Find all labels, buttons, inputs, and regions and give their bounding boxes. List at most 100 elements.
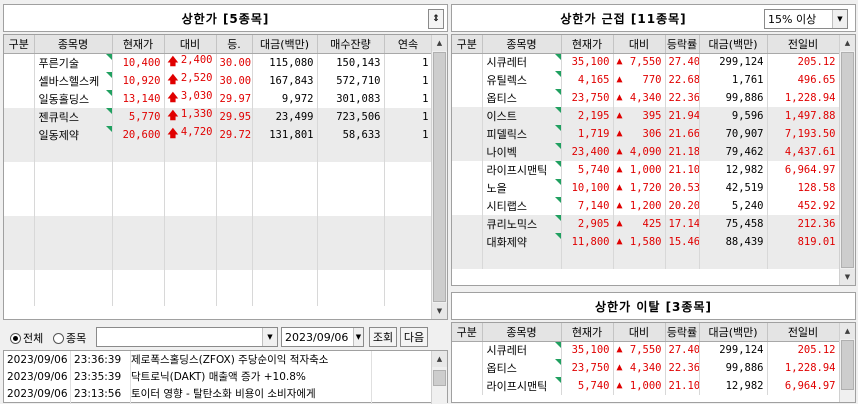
column-header[interactable]: 대금(백만) (252, 35, 318, 54)
table-row[interactable]: 대화제약 11,800 ▲ 1,580 15.46 88,439 819.01 (452, 233, 840, 251)
stock-name[interactable]: 젠큐릭스 (34, 107, 113, 126)
stock-name[interactable] (34, 269, 113, 288)
table-row[interactable]: 젠큐릭스 5,770 🡅 1,330 29.95 23,499 723,506 1 (4, 107, 433, 126)
stock-name[interactable] (34, 143, 113, 162)
stock-name[interactable]: 일동제약 (34, 125, 113, 144)
column-header[interactable]: 구분 (452, 35, 483, 54)
left-sort-button[interactable]: ⇕ (428, 9, 444, 29)
column-header[interactable]: 구분 (4, 35, 35, 54)
column-header[interactable]: 종목명 (34, 35, 113, 54)
stock-name[interactable]: 시티랩스 (482, 197, 562, 215)
table-row[interactable]: 유틸렉스 4,165 ▲ 770 22.68 1,761 496.65 (452, 71, 840, 89)
column-header[interactable]: 대비 (613, 323, 666, 342)
scroll-up-icon[interactable]: ▲ (840, 323, 855, 339)
stock-name[interactable] (34, 215, 113, 234)
stock-name[interactable]: 옵티스 (482, 359, 562, 377)
table-row[interactable]: 옵티스 23,750 ▲ 4,340 22.36 99,886 1,228.94 (452, 359, 840, 377)
stock-name[interactable]: 피델릭스 (482, 125, 562, 143)
stock-name[interactable]: 푸른기술 (34, 53, 113, 72)
stock-name[interactable]: 일동홀딩스 (34, 89, 113, 108)
date-picker[interactable]: 2023/09/06 ▼ (281, 327, 364, 347)
column-header[interactable]: 종목명 (482, 35, 562, 54)
table-row[interactable]: 시티랩스 7,140 ▲ 1,200 20.20 5,240 452.92 (452, 197, 840, 215)
column-header[interactable]: 전일비 (767, 323, 840, 342)
scroll-up-icon[interactable]: ▲ (840, 35, 855, 51)
table-row[interactable] (4, 233, 433, 252)
scroll-up-icon[interactable]: ▲ (432, 351, 447, 367)
table-row[interactable]: 나이벡 23,400 ▲ 4,090 21.18 79,462 4,437.61 (452, 143, 840, 161)
table-row[interactable] (4, 143, 433, 162)
column-header[interactable]: 대비 (164, 35, 217, 54)
next-button[interactable]: 다음 (400, 327, 428, 347)
table-row[interactable]: 라이프시맨틱 5,740 ▲ 1,000 21.10 12,982 6,964.97 (452, 377, 840, 395)
stock-name[interactable]: 시큐레터 (482, 53, 562, 71)
column-header[interactable]: 전일비 (767, 35, 840, 54)
news-item[interactable]: 2023/09/06 23:13:56 토이터 영향 - 탈탄소화 비용이 소비자에… (4, 385, 431, 402)
table-row[interactable]: 이스트 2,195 ▲ 395 21.94 9,596 1,497.88 (452, 107, 840, 125)
scroll-thumb[interactable] (841, 52, 854, 268)
news-item[interactable]: 2023/09/06 23:35:39 닥트로닉(DAKT) 매출액 증가 +10.… (4, 368, 431, 385)
stock-select[interactable]: ▼ (96, 327, 278, 347)
scroll-down-icon[interactable]: ▼ (840, 269, 855, 285)
drop-scrollbar[interactable]: ▲ (839, 323, 855, 402)
radio-stock[interactable]: 종목 (53, 330, 86, 346)
search-button[interactable]: 조회 (369, 327, 397, 347)
stock-name[interactable]: 노을 (482, 179, 562, 197)
stock-name[interactable] (34, 233, 113, 252)
stock-name[interactable]: 대화제약 (482, 233, 562, 251)
column-header[interactable]: 등락률 (665, 35, 700, 54)
stock-name[interactable]: 유틸렉스 (482, 71, 562, 89)
scroll-thumb[interactable] (841, 340, 854, 390)
table-row[interactable]: 시큐레터 35,100 ▲ 7,550 27.40 299,124 205.12 (452, 341, 840, 359)
scroll-down-icon[interactable]: ▼ (432, 303, 447, 319)
table-row[interactable]: 라이프시맨틱 5,740 ▲ 1,000 21.10 12,982 6,964.97 (452, 161, 840, 179)
table-row[interactable] (452, 251, 840, 269)
stock-name[interactable]: 라이프시맨틱 (482, 377, 562, 395)
table-row[interactable]: 큐리노믹스 2,905 ▲ 425 17.14 75,458 212.36 (452, 215, 840, 233)
column-header[interactable]: 연속 (384, 35, 433, 54)
news-scrollbar[interactable]: ▲ (431, 351, 447, 404)
stock-name[interactable]: 이스트 (482, 107, 562, 125)
table-row[interactable]: 일동제약 20,600 🡅 4,720 29.72 131,801 58,633 1 (4, 125, 433, 144)
near-scrollbar[interactable]: ▲ ▼ (839, 35, 855, 285)
stock-name[interactable] (34, 197, 113, 216)
table-row[interactable] (4, 215, 433, 234)
scroll-thumb[interactable] (433, 370, 446, 386)
table-row[interactable] (4, 251, 433, 270)
table-row[interactable]: 시큐레터 35,100 ▲ 7,550 27.40 299,124 205.12 (452, 53, 840, 71)
column-header[interactable]: 현재가 (561, 323, 614, 342)
stock-name[interactable]: 나이벡 (482, 143, 562, 161)
table-row[interactable]: 피델릭스 1,719 ▲ 306 21.66 70,907 7,193.50 (452, 125, 840, 143)
column-header[interactable]: 대금(백만) (699, 323, 768, 342)
column-header[interactable]: 등락률 (665, 323, 700, 342)
stock-name[interactable]: 옵티스 (482, 89, 562, 107)
column-header[interactable]: 대금(백만) (699, 35, 768, 54)
column-header[interactable]: 종목명 (482, 323, 562, 342)
stock-name[interactable] (34, 179, 113, 198)
table-row[interactable]: 셀바스헬스케 10,920 🡅 2,520 30.00 167,843 572,710 1 (4, 71, 433, 90)
stock-name[interactable] (482, 251, 562, 269)
column-header[interactable]: 구분 (452, 323, 483, 342)
table-row[interactable] (4, 287, 433, 306)
column-header[interactable]: 매수잔량 (317, 35, 385, 54)
table-row[interactable]: 일동홀딩스 13,140 🡅 3,030 29.97 9,972 301,083 1 (4, 89, 433, 108)
stock-name[interactable] (34, 161, 113, 180)
table-row[interactable] (4, 179, 433, 198)
column-header[interactable]: 대비 (613, 35, 666, 54)
column-header[interactable]: 현재가 (112, 35, 165, 54)
stock-name[interactable]: 큐리노믹스 (482, 215, 562, 233)
stock-name[interactable]: 라이프시맨틱 (482, 161, 562, 179)
stock-name[interactable]: 시큐레터 (482, 341, 562, 359)
column-header[interactable]: 등. (216, 35, 253, 54)
table-row[interactable]: 푸른기술 10,400 🡅 2,400 30.00 115,080 150,143 1 (4, 53, 433, 72)
stock-name[interactable] (34, 251, 113, 270)
stock-name[interactable] (34, 287, 113, 306)
stock-name[interactable]: 셀바스헬스케 (34, 71, 113, 90)
column-header[interactable]: 현재가 (561, 35, 614, 54)
scroll-up-icon[interactable]: ▲ (432, 35, 447, 51)
table-row[interactable]: 노을 10,100 ▲ 1,720 20.53 42,519 128.58 (452, 179, 840, 197)
news-item[interactable]: 2023/09/06 23:36:39 제로폭스홀딩스(ZFOX) 주당순이익 적자… (4, 351, 431, 368)
radio-all[interactable]: 전체 (10, 330, 43, 346)
threshold-select[interactable]: 15% 이상 ▼ (764, 9, 848, 29)
table-row[interactable]: 옵티스 23,750 ▲ 4,340 22.36 99,886 1,228.94 (452, 89, 840, 107)
